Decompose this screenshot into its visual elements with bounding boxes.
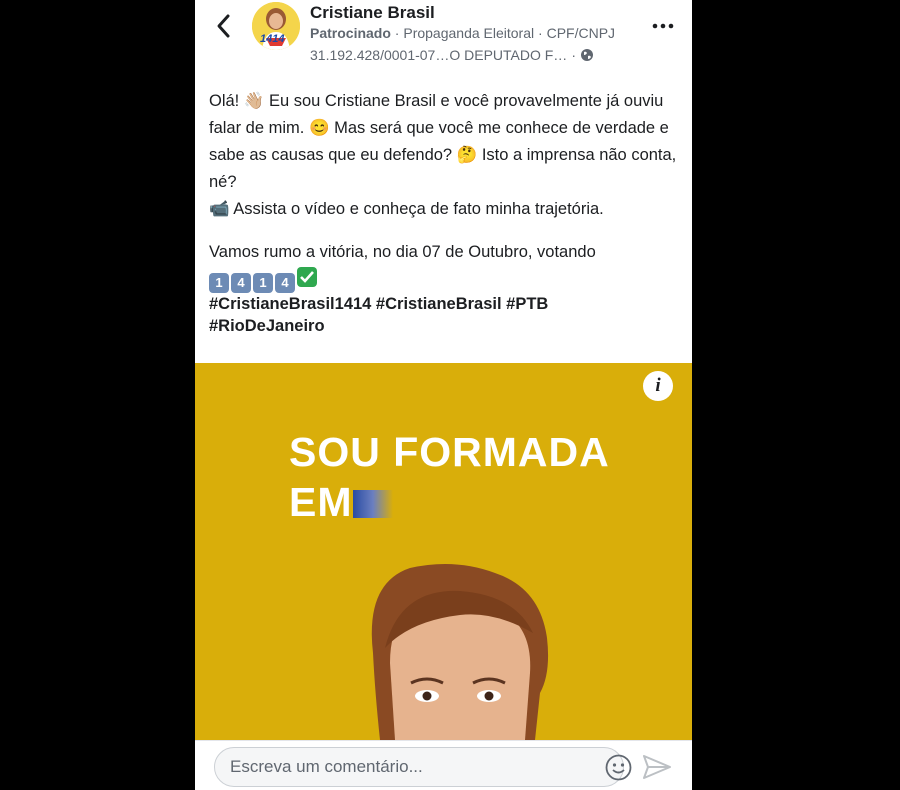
hashtags: #CristianeBrasil1414 #CristianeBrasil #P… [209,293,679,337]
keycap-row: 1414 [209,266,679,293]
check-mark-icon [297,267,317,287]
post-paragraph-3: Vamos rumo a vitória, no dia 07 de Outub… [209,243,596,261]
sponsored-label: Patrocinado [310,25,391,41]
comment-placeholder: Escreva um comentário... [230,757,423,776]
post-paragraph-2: 📹 Assista o vídeo e conheça de fato minh… [209,200,604,218]
back-chevron-icon[interactable] [213,12,235,40]
globe-icon [580,49,593,61]
page-name[interactable]: Cristiane Brasil [310,3,435,23]
category-label: Propaganda Eleitoral [403,25,535,41]
keycap: 1 [253,273,273,293]
avatar-number: 1414 [260,33,285,45]
send-icon[interactable] [642,754,672,780]
keycap: 1 [209,273,229,293]
post-text: Olá! 👋🏼 Eu sou Cristiane Brasil e você p… [209,88,679,337]
hashtag-link[interactable]: #RioDeJaneiro [209,317,325,335]
tax-label: CPF/CNPJ [546,25,616,41]
hashtag-link[interactable]: #CristianeBrasil1414 #CristianeBrasil #P… [209,295,548,313]
separator-dot: · [571,47,576,63]
post-paragraph-1: Olá! 👋🏼 Eu sou Cristiane Brasil e você p… [209,92,677,191]
post-header: 1414 Cristiane Brasil Patrocinado · Prop… [195,0,692,75]
keycap: 4 [231,273,251,293]
keycap: 4 [275,273,295,293]
tax-id-line: 31.192.428/0001-07…O DEPUTADO F… [310,47,568,63]
comment-bar: Escreva um comentário... [195,740,692,790]
video-player[interactable]: i SOU FORMADA EM [195,363,692,740]
avatar[interactable]: 1414 [252,2,300,50]
phone-screen: 1414 Cristiane Brasil Patrocinado · Prop… [195,0,692,790]
woman-portrait-image [371,564,549,740]
meta-line-1: Patrocinado · Propaganda Eleitoral · CPF… [310,25,615,41]
separator-dot: · [538,25,543,41]
separator-dot: · [394,25,400,41]
comment-input[interactable]: Escreva um comentário... [214,747,632,787]
emoji-picker-icon[interactable] [605,754,632,781]
meta-line-2: 31.192.428/0001-07…O DEPUTADO F… · [310,47,594,63]
more-options-icon[interactable] [651,20,675,32]
